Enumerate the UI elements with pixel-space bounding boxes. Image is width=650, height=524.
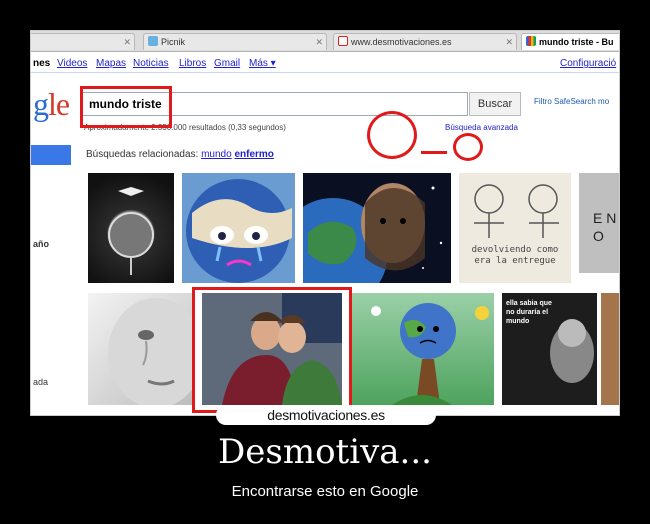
google-nav-bar: nes Videos Mapas Noticias Libros Gmail M…: [31, 53, 619, 71]
browser-tab-picnik[interactable]: Picnik ✕: [143, 33, 327, 50]
poster-subtitle: Encontrarse esto en Google: [231, 483, 419, 500]
image-result-blue-face-globe[interactable]: [182, 173, 295, 283]
nav-libros[interactable]: Libros: [179, 58, 206, 69]
image-result-sign[interactable]: E NO: [579, 173, 619, 273]
google-favicon-icon: [526, 36, 536, 46]
nav-noticias[interactable]: Noticias: [133, 58, 169, 69]
close-icon[interactable]: ✕: [123, 34, 131, 50]
poster-title: Desmotiva...: [218, 432, 432, 472]
nav-videos[interactable]: Videos: [57, 58, 87, 69]
nav-divider: [31, 72, 619, 73]
image-result-art: [108, 187, 154, 275]
image-result-sad-tree-globe[interactable]: [352, 293, 494, 405]
related-searches: Búsquedas relacionadas: mundo enfermo: [86, 149, 274, 160]
logo-letter: g: [33, 86, 49, 122]
advanced-search-link[interactable]: Búsqueda avanzada: [445, 123, 518, 132]
tab-label: mundo triste - Bu: [539, 37, 614, 47]
sign-text: E NO: [593, 210, 617, 244]
image-result-drawing[interactable]: devolviendo como era la entregue: [459, 173, 571, 283]
left-rail-label[interactable]: ada: [33, 377, 48, 387]
image-result-partial[interactable]: [601, 293, 619, 405]
close-icon[interactable]: ✕: [505, 34, 513, 50]
safesearch-link[interactable]: Filtro SafeSearch mo: [534, 97, 609, 106]
image-result-art: [186, 179, 292, 283]
related-prefix: Búsquedas relacionadas:: [86, 149, 199, 160]
image-result-art: [371, 303, 489, 405]
browser-tab-bar: ✕ Picnik ✕ www.desmotivaciones.es ✕ mund…: [31, 31, 619, 52]
site-watermark: desmotivaciones.es: [216, 405, 436, 425]
nav-current[interactable]: nes: [33, 58, 50, 69]
annotation-box-image: [192, 287, 352, 413]
browser-tab-mundo-triste[interactable]: mundo triste - Bu: [521, 33, 619, 50]
image-result-sad-globe[interactable]: [88, 173, 174, 283]
related-link-mundo[interactable]: mundo: [201, 149, 232, 160]
poster-text: ella sabia que no duraría el mundo: [506, 300, 552, 325]
logo-letter: l: [48, 86, 57, 122]
image-result-crying-baby[interactable]: [88, 293, 194, 405]
image-result-art: [108, 298, 194, 405]
image-result-earth-face[interactable]: [303, 173, 451, 283]
close-icon[interactable]: ✕: [315, 34, 323, 50]
left-rail-label[interactable]: año: [33, 239, 49, 249]
nav-gmail[interactable]: Gmail: [214, 58, 240, 69]
image-result-poster[interactable]: ella sabia que no duraría el mundo: [502, 293, 597, 405]
browser-tab-blank[interactable]: ✕: [31, 33, 135, 50]
drawing-caption: devolviendo como era la entregue: [471, 245, 559, 266]
screenshot-frame: ✕ Picnik ✕ www.desmotivaciones.es ✕ mund…: [30, 30, 620, 416]
annotation-box-search-term: [80, 86, 172, 128]
related-link-enfermo[interactable]: enfermo: [234, 149, 273, 160]
logo-letter: e: [55, 86, 70, 122]
picnik-favicon-icon: [148, 36, 158, 46]
annotation-ring-right: [453, 133, 483, 161]
browser-tab-desmotivaciones[interactable]: www.desmotivaciones.es ✕: [333, 33, 517, 50]
nav-mapas[interactable]: Mapas: [96, 58, 126, 69]
tab-label: www.desmotivaciones.es: [351, 37, 452, 47]
annotation-dash: [421, 151, 447, 154]
nav-mas[interactable]: Más ▾: [249, 58, 276, 69]
search-button[interactable]: Buscar: [469, 92, 521, 116]
desmotivaciones-favicon-icon: [338, 36, 348, 46]
left-rail-selected[interactable]: [31, 145, 71, 165]
image-result-art: [303, 183, 443, 283]
annotation-ring-left: [367, 111, 417, 159]
tab-label: Picnik: [161, 37, 186, 47]
nav-configuracion[interactable]: Configuració: [560, 58, 616, 69]
google-logo[interactable]: gle: [33, 86, 70, 123]
